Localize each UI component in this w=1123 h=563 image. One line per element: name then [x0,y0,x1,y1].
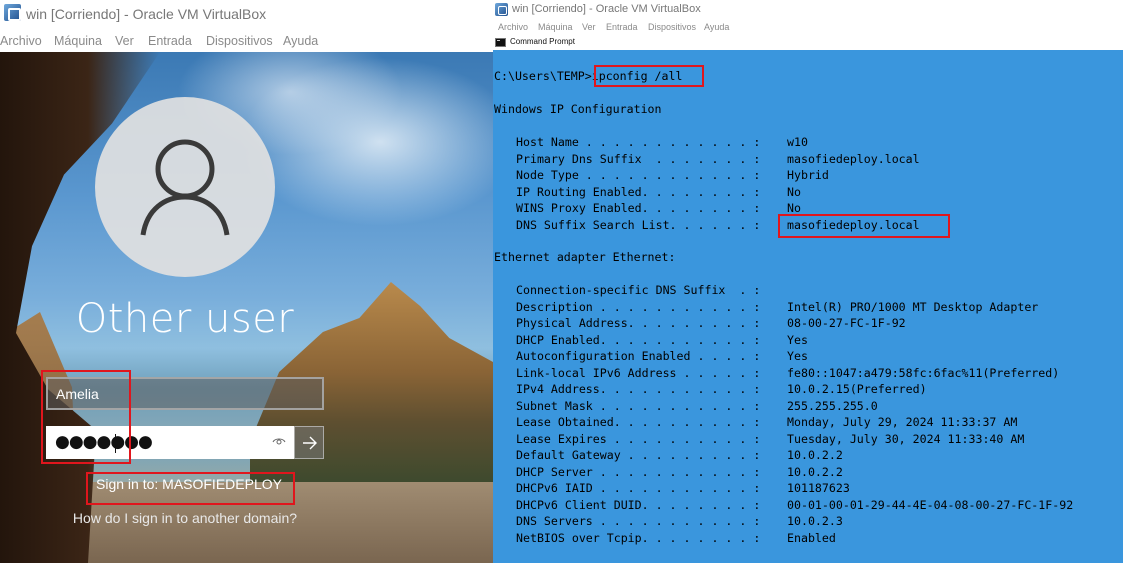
left-window-titlebar[interactable]: win [Corriendo] - Oracle VM VirtualBox [0,0,493,31]
console-row-value: Yes [787,332,808,347]
command-prompt-titlebar[interactable]: Command Prompt [493,36,1123,50]
command-prompt-title: Command Prompt [510,37,575,46]
console-row-value: 101187623 [787,481,850,495]
user-title: Other user [75,296,295,342]
menu-ayuda[interactable]: Ayuda [704,22,729,32]
console-row-label: Subnet Mask . . . . . . . . . . . : [516,398,761,413]
console-row-label: DHCP Server . . . . . . . . . . . : [516,464,761,479]
virtualbox-icon [495,3,508,16]
console-row-value: No [787,184,801,199]
right-window-titlebar[interactable]: win [Corriendo] - Oracle VM VirtualBox [493,0,1123,20]
console-row-value: No [787,201,801,215]
console-row-label: Node Type . . . . . . . . . . . . : [516,168,761,182]
console-row-label: DNS Servers . . . . . . . . . . . : [516,514,761,528]
menu-entrada[interactable]: Entrada [606,22,638,32]
menu-ayuda[interactable]: Ayuda [283,34,318,48]
console-row-label: Physical Address. . . . . . . . . : [516,316,761,330]
console-row-value: 10.0.2.2 [787,448,843,462]
left-virtualbox-window: win [Corriendo] - Oracle VM VirtualBox A… [0,0,493,563]
console-row-label: DHCPv6 IAID . . . . . . . . . . . : [516,481,761,495]
console-row-value: w10 [787,135,808,149]
menu-entrada[interactable]: Entrada [148,34,192,48]
console-row-label: DHCP Enabled. . . . . . . . . . . : [516,332,761,347]
user-silhouette-icon [140,139,230,236]
right-window-title: win [Corriendo] - Oracle VM VirtualBox [512,3,701,15]
section-heading: Windows IP Configuration [494,102,662,116]
dns-suffix-highlight-box [778,214,950,238]
console-prompt: C:\Users\TEMP> [494,69,592,83]
menu-archivo[interactable]: Archivo [0,34,42,48]
credentials-highlight-box [41,370,131,464]
menu-dispositivos[interactable]: Dispositivos [206,34,273,48]
submit-arrow-button[interactable] [294,426,324,459]
console-row-label: Link-local IPv6 Address . . . . . : [516,365,761,380]
console-output[interactable]: C:\Users\TEMP>ipconfig /all Windows IP C… [493,50,1123,563]
console-row-value: 08-00-27-FC-1F-92 [787,316,906,330]
console-row-value: 10.0.2.2 [787,464,843,479]
console-row-label: Default Gateway . . . . . . . . . : [516,448,761,462]
console-row-value: 255.255.255.0 [787,398,878,413]
reveal-password-eye-icon[interactable] [272,434,286,448]
console-row-value: 00-01-00-01-29-44-4E-04-08-00-27-FC-1F-9… [787,497,1074,512]
virtualbox-icon [4,4,22,22]
console-row-value: fe80::1047:a479:58fc:6fac%11(Preferred) [787,365,1060,380]
console-row-label: DHCPv6 Client DUID. . . . . . . . : [516,497,761,512]
menu-ver[interactable]: Ver [582,22,596,32]
console-row-label: Host Name . . . . . . . . . . . . : [516,135,761,149]
console-row-value: Monday, July 29, 2024 11:33:37 AM [787,415,1018,429]
right-virtualbox-window: win [Corriendo] - Oracle VM VirtualBox A… [493,0,1123,563]
left-menubar: Archivo Máquina Ver Entrada Dispositivos… [0,32,493,52]
right-menubar: Archivo Máquina Ver Entrada Dispositivos… [493,20,1123,36]
console-row-value: Hybrid [787,168,829,182]
console-row-value: 10.0.2.3 [787,514,843,528]
console-row-label: WINS Proxy Enabled. . . . . . . . : [516,201,761,215]
command-prompt-icon [495,38,506,47]
console-row-value: Yes [787,349,808,363]
other-domain-link[interactable]: How do I sign in to another domain? [0,510,370,526]
menu-archivo[interactable]: Archivo [498,22,528,32]
command-highlight-box [594,65,704,87]
section-heading: Ethernet adapter Ethernet: [494,250,676,264]
console-row-value: masofiedeploy.local [787,151,920,166]
console-row-value: 10.0.2.15(Preferred) [787,382,927,396]
menu-ver[interactable]: Ver [115,34,134,48]
console-row-label: Lease Obtained. . . . . . . . . . : [516,415,761,429]
console-row-value: Enabled [787,530,836,545]
menu-maquina[interactable]: Máquina [54,34,102,48]
console-row-label: Lease Expires . . . . . . . . . . : [516,431,761,446]
console-row-label: IP Routing Enabled. . . . . . . . : [516,184,761,199]
console-row-label: NetBIOS over Tcpip. . . . . . . . : [516,530,761,545]
console-row-label: IPv4 Address. . . . . . . . . . . : [516,382,761,396]
windows-login-screen: Other user Amelia ●●●●●●● Sign in to: MA… [0,52,493,563]
left-window-title: win [Corriendo] - Oracle VM VirtualBox [26,6,267,22]
console-row-value: Tuesday, July 30, 2024 11:33:40 AM [787,431,1025,446]
menu-maquina[interactable]: Máquina [538,22,573,32]
user-avatar [95,97,275,277]
console-row-label: Description . . . . . . . . . . . : [516,299,761,314]
console-row-label: DNS Suffix Search List. . . . . . : [516,217,761,232]
console-row-label: Autoconfiguration Enabled . . . . : [516,349,761,363]
console-row-label: Primary Dns Suffix . . . . . . . : [516,151,761,166]
console-row-label: Connection-specific DNS Suffix . : [516,283,761,297]
console-row-value: Intel(R) PRO/1000 MT Desktop Adapter [787,299,1039,314]
domain-highlight-box [86,472,295,505]
menu-dispositivos[interactable]: Dispositivos [648,22,696,32]
arrow-right-icon [303,436,317,450]
